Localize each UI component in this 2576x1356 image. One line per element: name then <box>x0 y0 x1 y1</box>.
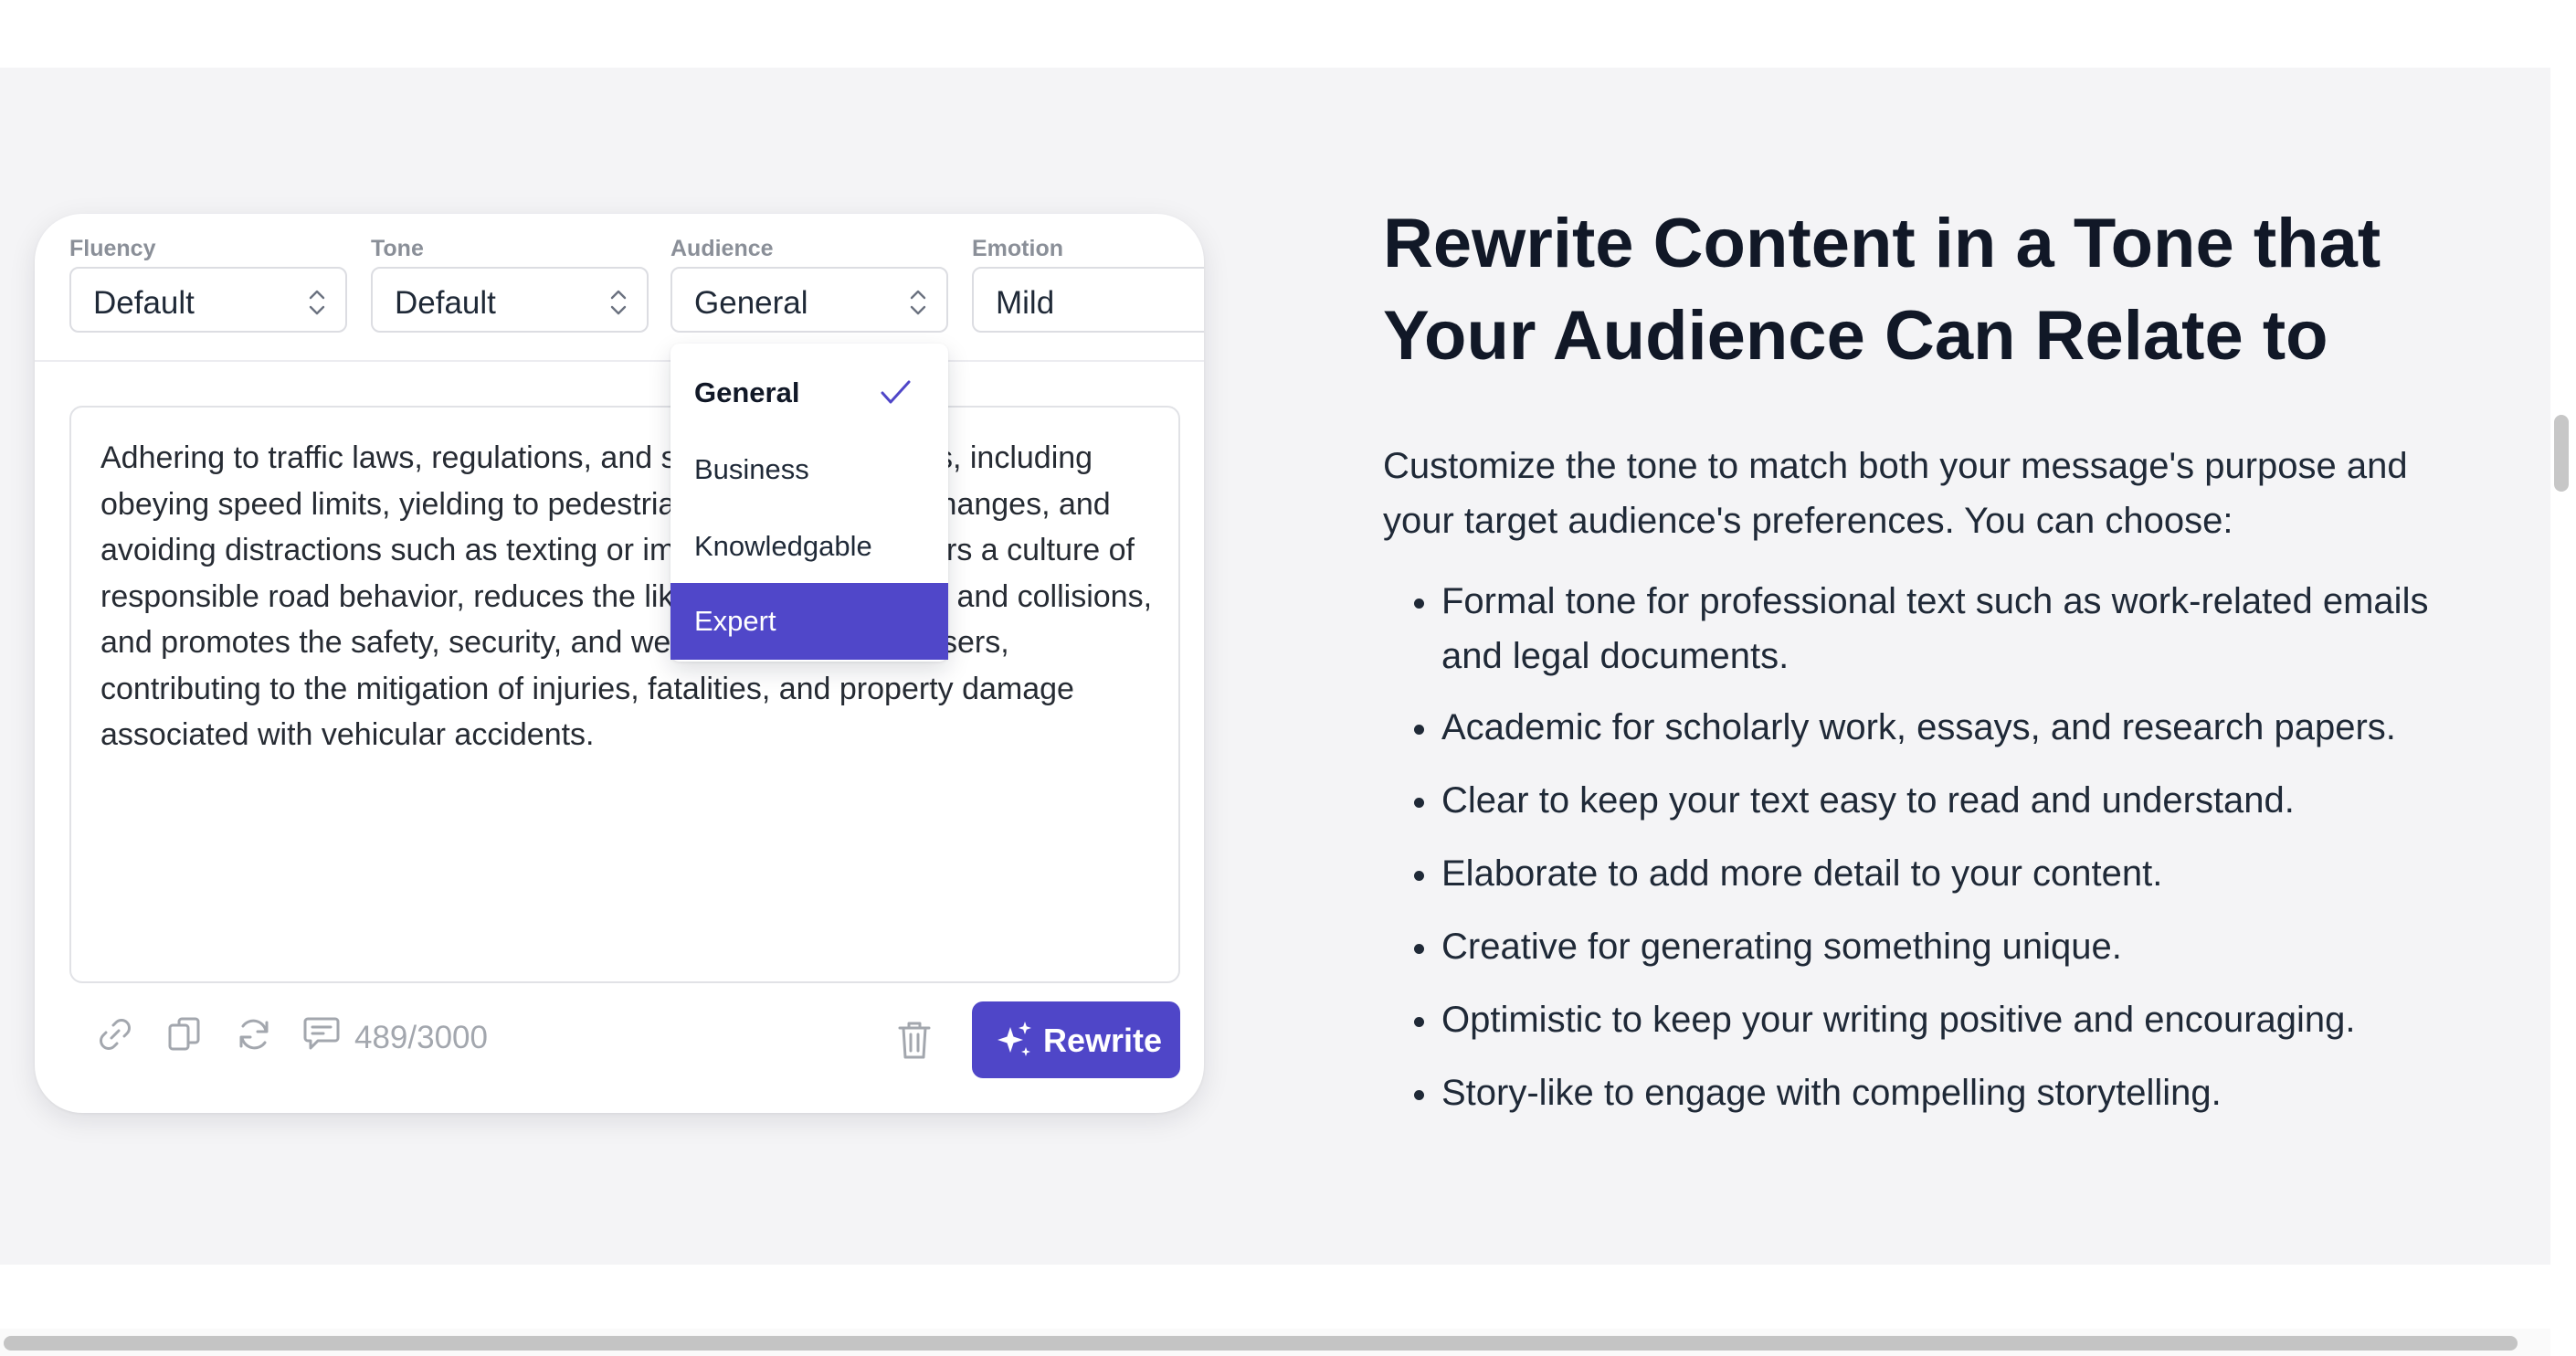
input-text: Adhering to traffic laws, regulations, a… <box>100 440 1153 752</box>
audience-label: Audience <box>670 236 774 261</box>
list-item-text: Formal tone for professional text such a… <box>1441 581 2429 676</box>
feedback-icon[interactable] <box>300 1012 343 1056</box>
checkmark-icon <box>881 380 911 404</box>
refresh-icon[interactable] <box>232 1012 276 1056</box>
bullet-dot <box>1414 798 1424 808</box>
updown-chevron-icon <box>309 290 325 315</box>
section-intro: Customize the tone to match both your me… <box>1383 446 2408 541</box>
sparkle-icon <box>998 1022 1031 1056</box>
list-item-text: Elaborate to add more detail to your con… <box>1441 853 2163 894</box>
option-label: Expert <box>694 605 776 637</box>
rewrite-button[interactable]: Rewrite <box>972 1001 1180 1078</box>
copy-icon[interactable] <box>163 1012 206 1056</box>
audience-option-knowledgable[interactable]: Knowledgable <box>670 508 948 585</box>
bullet-dot <box>1414 1090 1424 1100</box>
horizontal-scrollbar-thumb[interactable] <box>4 1336 2518 1351</box>
bullet-dot <box>1414 1017 1424 1027</box>
updown-chevron-icon <box>910 290 926 315</box>
character-counter: 489/3000 <box>354 1020 488 1055</box>
tone-label: Tone <box>371 236 424 261</box>
list-item-text: Optimistic to keep your writing positive… <box>1441 1000 2356 1040</box>
audience-option-expert[interactable]: Expert <box>670 583 948 660</box>
tone-select[interactable]: Default <box>371 267 649 333</box>
bullet-dot <box>1414 599 1424 609</box>
list-item-text: Story-like to engage with compelling sto… <box>1441 1073 2222 1113</box>
trash-icon <box>898 1022 931 1059</box>
section-heading: Rewrite Content in a Tone that Your Audi… <box>1383 205 2381 375</box>
list-item-text: Creative for generating something unique… <box>1441 927 2122 967</box>
option-label: Business <box>694 453 809 485</box>
emotion-label: Emotion <box>972 236 1063 261</box>
input-textarea[interactable]: Adhering to traffic laws, regulations, a… <box>69 406 1180 983</box>
audience-option-business[interactable]: Business <box>670 431 948 508</box>
rewriter-card: Fluency Default Tone Default Audience Ge… <box>35 214 1204 1113</box>
settings-row: Fluency Default Tone Default Audience Ge… <box>35 214 1204 362</box>
audience-select[interactable]: General <box>670 267 948 333</box>
audience-dropdown-menu: General Business Knowledgable Expert <box>670 344 948 662</box>
option-label: Knowledgable <box>694 530 872 562</box>
link-icon[interactable] <box>93 1012 137 1056</box>
clear-text-button[interactable] <box>873 1000 955 1082</box>
bullet-dot <box>1414 871 1424 881</box>
tone-value: Default <box>395 285 496 321</box>
list-item-text: Academic for scholarly work, essays, and… <box>1441 707 2396 747</box>
updown-chevron-icon <box>610 290 627 315</box>
fluency-label: Fluency <box>69 236 156 261</box>
rewrite-label: Rewrite <box>1043 1022 1163 1059</box>
emotion-select[interactable]: Mild <box>972 267 1204 333</box>
bullet-dot <box>1414 944 1424 954</box>
fluency-select[interactable]: Default <box>69 267 347 333</box>
vertical-scrollbar[interactable] <box>2550 0 2576 1356</box>
option-label: General <box>694 376 800 408</box>
vertical-scrollbar-thumb[interactable] <box>2554 415 2569 492</box>
audience-value: General <box>694 285 808 321</box>
emotion-value: Mild <box>996 285 1055 321</box>
fluency-value: Default <box>93 285 195 321</box>
audience-option-general[interactable]: General <box>670 355 948 431</box>
bullet-dot <box>1414 725 1424 735</box>
list-item-text: Clear to keep your text easy to read and… <box>1441 780 2295 821</box>
